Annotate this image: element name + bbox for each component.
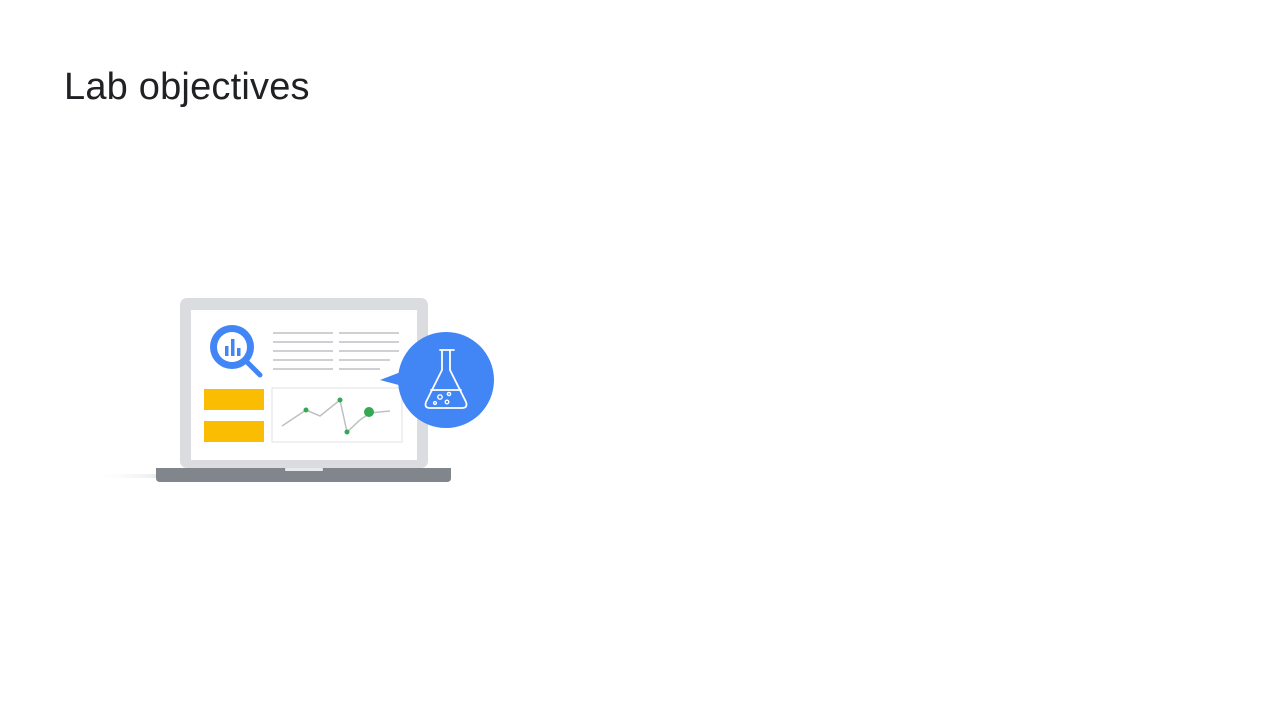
line-chart-icon [271,387,403,443]
lab-illustration [90,290,510,500]
slide: Lab objectives [0,0,1280,720]
yellow-bar [204,421,264,442]
yellow-bar [204,389,264,410]
slide-title: Lab objectives [64,66,310,108]
floor-shadow [90,474,160,478]
